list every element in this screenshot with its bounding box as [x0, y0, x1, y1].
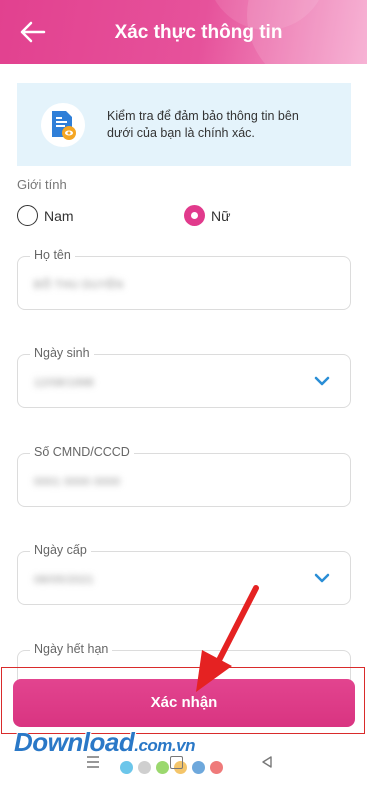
- gender-option-label: Nam: [44, 207, 74, 224]
- full-name-field[interactable]: Họ tên ĐỖ THU DUYÊN: [17, 248, 351, 310]
- app-header: Xác thực thông tin: [0, 0, 367, 64]
- nav-back-icon[interactable]: [260, 755, 274, 769]
- field-value: 12/08/1998: [34, 377, 95, 389]
- info-text: Kiểm tra để đảm bảo thông tin bên dưới c…: [107, 108, 299, 140]
- gender-label: Giới tính: [17, 177, 67, 192]
- issue-date-field[interactable]: Ngày cấp 08/05/2021: [17, 543, 351, 605]
- dot-icon: [156, 761, 169, 774]
- gender-option-male[interactable]: Nam: [17, 205, 74, 226]
- confirm-button[interactable]: Xác nhận: [13, 679, 355, 727]
- field-label: Họ tên: [30, 248, 75, 262]
- page-title: Xác thực thông tin: [114, 22, 283, 43]
- info-banner: Kiểm tra để đảm bảo thông tin bên dưới c…: [17, 83, 351, 166]
- chevron-down-icon[interactable]: [314, 572, 330, 584]
- dot-icon: [120, 761, 133, 774]
- field-label: Ngày cấp: [30, 543, 91, 557]
- dot-icon: [210, 761, 223, 774]
- dot-icon: [192, 761, 205, 774]
- field-value: 0001 0000 0000: [34, 476, 121, 488]
- gender-option-label: Nữ: [211, 207, 231, 224]
- chevron-down-icon[interactable]: [314, 375, 330, 387]
- document-verify-icon: [41, 102, 85, 147]
- menu-icon[interactable]: [86, 756, 100, 768]
- gender-option-female[interactable]: Nữ: [184, 205, 230, 226]
- field-label: Ngày hết hạn: [30, 642, 113, 656]
- annotation-arrow-icon: [196, 585, 259, 692]
- submit-highlight: Xác nhận: [1, 667, 365, 734]
- system-nav-bar: [0, 752, 367, 785]
- field-label: Số CMND/CCCD: [30, 445, 134, 459]
- home-icon[interactable]: [170, 756, 183, 769]
- id-number-field[interactable]: Số CMND/CCCD 0001 0000 0000: [17, 445, 351, 507]
- field-label: Ngày sinh: [30, 346, 94, 360]
- dot-icon: [138, 761, 151, 774]
- field-value: 08/05/2021: [34, 574, 95, 586]
- radio-unchecked-icon[interactable]: [17, 205, 38, 226]
- birth-date-field[interactable]: Ngày sinh 12/08/1998: [17, 346, 351, 408]
- field-value: ĐỖ THU DUYÊN: [34, 279, 124, 291]
- radio-checked-icon[interactable]: [184, 205, 205, 226]
